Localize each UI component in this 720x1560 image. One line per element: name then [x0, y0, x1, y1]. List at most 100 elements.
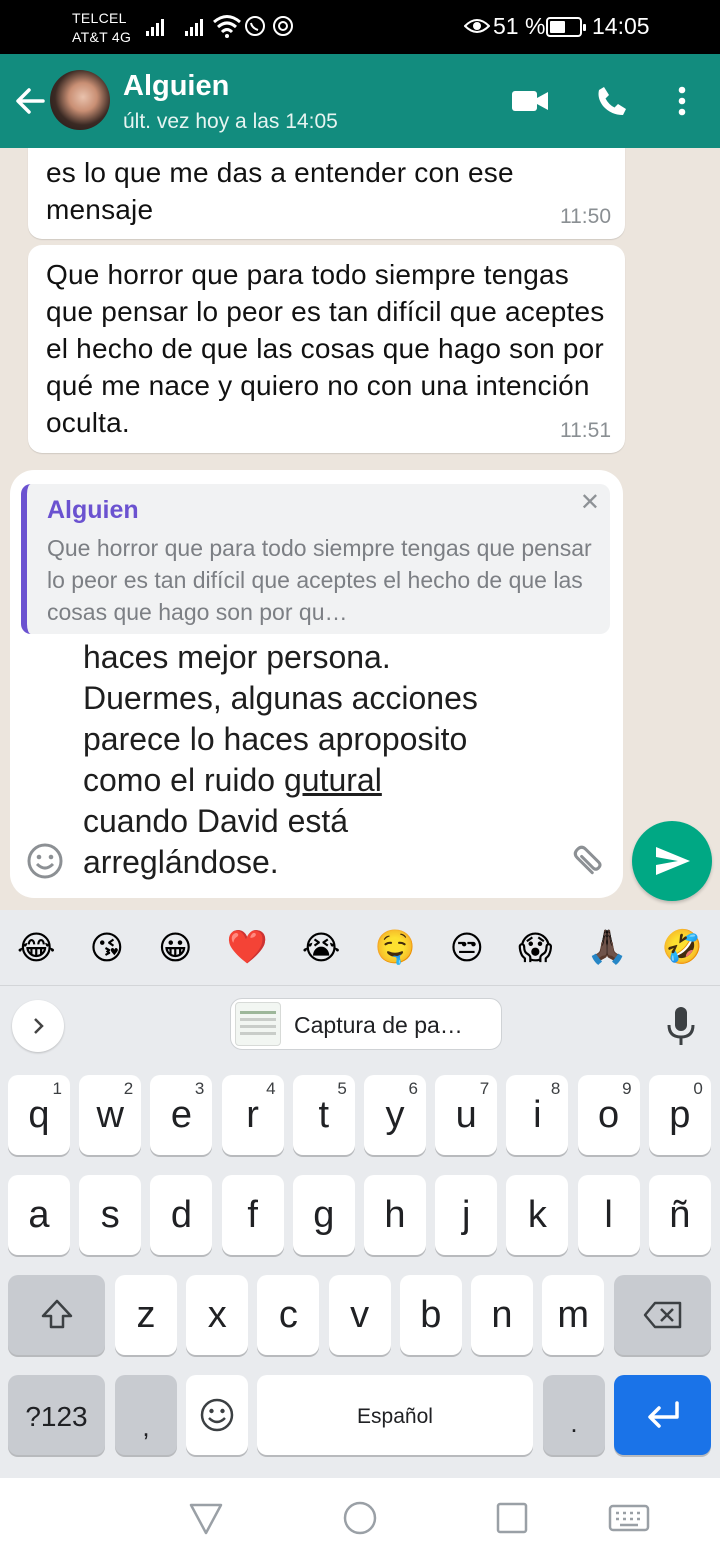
- key-i[interactable]: i8: [506, 1075, 569, 1155]
- key-label: ,: [142, 1412, 150, 1442]
- key-label: l: [604, 1194, 613, 1236]
- microphone-icon[interactable]: [664, 1005, 698, 1047]
- clipboard-screenshot-chip[interactable]: Captura de pa…: [230, 998, 502, 1050]
- key-v[interactable]: v: [328, 1275, 391, 1355]
- key-a[interactable]: a: [8, 1175, 70, 1255]
- key-label: h: [384, 1194, 406, 1236]
- key-m[interactable]: m: [542, 1275, 605, 1355]
- key-w[interactable]: w2: [79, 1075, 142, 1155]
- message-bubble-incoming[interactable]: Que horror que para todo siempre tengas …: [28, 245, 625, 453]
- signal-1-icon: [146, 14, 164, 36]
- symbols-key[interactable]: ?123: [8, 1375, 105, 1455]
- clock: 14:05: [592, 13, 650, 39]
- key-o[interactable]: o9: [577, 1075, 640, 1155]
- message-text: es lo que me das a entender con ese mens…: [46, 157, 514, 225]
- key-x[interactable]: x: [186, 1275, 249, 1355]
- reply-quoted-text: Que horror que para todo siempre tengas …: [47, 535, 592, 625]
- enter-key[interactable]: [614, 1375, 711, 1455]
- emoji-key[interactable]: [186, 1375, 248, 1455]
- key-g[interactable]: g: [292, 1175, 355, 1255]
- enter-icon: [647, 1401, 679, 1428]
- key-r[interactable]: r4: [221, 1075, 284, 1155]
- emoji-suggestion[interactable]: ❤️: [227, 928, 268, 967]
- emoji-suggestion[interactable]: 😒: [450, 928, 484, 967]
- reply-preview[interactable]: Alguien Que horror que para todo siempre…: [21, 484, 610, 634]
- nav-recents-icon[interactable]: [496, 1502, 528, 1534]
- battery-percent: 51 %: [493, 13, 546, 39]
- key-label: p: [669, 1094, 691, 1136]
- message-bubble-incoming[interactable]: es lo que me das a entender con ese mens…: [28, 148, 625, 239]
- close-reply-icon[interactable]: ✕: [580, 488, 600, 517]
- comma-key[interactable]: ,: [115, 1375, 177, 1455]
- back-arrow-icon[interactable]: [10, 76, 50, 126]
- shift-key[interactable]: [8, 1275, 105, 1355]
- expand-toolbar-button[interactable]: [12, 1000, 64, 1052]
- emoji-suggestion[interactable]: 🤤: [374, 928, 415, 967]
- emoji-suggestion[interactable]: 😭: [302, 928, 341, 967]
- key-j[interactable]: j: [435, 1175, 498, 1255]
- contact-name[interactable]: Alguien: [123, 70, 229, 103]
- emoji-suggestion[interactable]: 😀: [158, 928, 192, 967]
- key-e[interactable]: e3: [150, 1075, 213, 1155]
- emoji-picker-icon[interactable]: [24, 840, 66, 882]
- key-n[interactable]: n: [471, 1275, 533, 1355]
- reply-author: Alguien: [47, 496, 139, 524]
- carrier-1: TELCEL: [72, 10, 127, 26]
- key-label: f: [247, 1194, 258, 1236]
- more-options-icon[interactable]: [664, 78, 700, 124]
- key-label: y: [385, 1094, 405, 1136]
- key-l[interactable]: l: [577, 1175, 640, 1255]
- key-label: j: [461, 1194, 471, 1236]
- whatsapp-chat-screen: TELCEL AT&T 4G 51 % 14:05 Alguien últ. v…: [0, 0, 720, 1560]
- period-key[interactable]: .: [543, 1375, 605, 1455]
- backspace-key[interactable]: [614, 1275, 711, 1355]
- nav-home-icon[interactable]: [342, 1500, 378, 1536]
- nav-keyboard-icon[interactable]: [608, 1504, 650, 1532]
- key-c[interactable]: c: [257, 1275, 320, 1355]
- key-f[interactable]: f: [221, 1175, 284, 1255]
- key-ñ[interactable]: ñ: [648, 1175, 711, 1255]
- send-icon: [656, 847, 690, 875]
- last-seen-status[interactable]: últ. vez hoy a las 14:05: [123, 110, 338, 134]
- emoji-suggestion[interactable]: 😂: [17, 928, 56, 967]
- emoji-suggestion[interactable]: 🤣: [662, 928, 703, 967]
- attach-clip-icon[interactable]: [557, 829, 619, 891]
- contact-avatar[interactable]: [50, 70, 110, 130]
- key-y[interactable]: y6: [364, 1075, 426, 1155]
- key-d[interactable]: d: [150, 1175, 213, 1255]
- key-label: .: [570, 1408, 578, 1438]
- key-p[interactable]: p0: [648, 1075, 711, 1155]
- app-notification-icon: [273, 16, 293, 36]
- key-h[interactable]: h: [364, 1175, 426, 1255]
- emoji-suggestion[interactable]: 😘: [90, 928, 124, 967]
- whatsapp-notification-icon: [245, 16, 265, 36]
- emoji-suggestion[interactable]: 🙏🏿: [587, 928, 628, 967]
- misspelled-word[interactable]: gutural: [284, 762, 382, 798]
- chat-header: Alguien últ. vez hoy a las 14:05: [0, 54, 720, 148]
- video-call-icon[interactable]: [508, 78, 552, 124]
- key-t[interactable]: t5: [292, 1075, 355, 1155]
- key-number-hint: 1: [52, 1079, 62, 1098]
- key-z[interactable]: z: [115, 1275, 177, 1355]
- key-k[interactable]: k: [506, 1175, 569, 1255]
- message-text: Que horror que para todo siempre tengas …: [46, 259, 605, 438]
- battery-icon: [546, 17, 586, 37]
- message-input[interactable]: haces mejor persona. Duermes, algunas ac…: [83, 637, 563, 887]
- wifi-icon: [213, 15, 241, 38]
- key-label: z: [136, 1294, 156, 1336]
- emoji-suggestion[interactable]: 😱: [518, 928, 552, 967]
- key-s[interactable]: s: [79, 1175, 142, 1255]
- suggestion-strip: Captura de pa…: [0, 987, 720, 1061]
- key-b[interactable]: b: [399, 1275, 462, 1355]
- space-key[interactable]: Español: [257, 1375, 533, 1455]
- key-q[interactable]: q1: [8, 1075, 70, 1155]
- key-number-hint: 4: [266, 1079, 276, 1098]
- key-label: g: [313, 1194, 335, 1236]
- key-u[interactable]: u7: [435, 1075, 498, 1155]
- nav-back-icon[interactable]: [188, 1502, 224, 1536]
- emoji-suggestion-row: 😂 😘 😀 ❤️ 😭 🤤 😒 😱 🙏🏿 🤣: [0, 910, 720, 986]
- voice-call-icon[interactable]: [590, 78, 634, 124]
- key-label: c: [278, 1294, 298, 1336]
- send-button[interactable]: [632, 821, 712, 901]
- key-number-hint: 9: [622, 1079, 632, 1098]
